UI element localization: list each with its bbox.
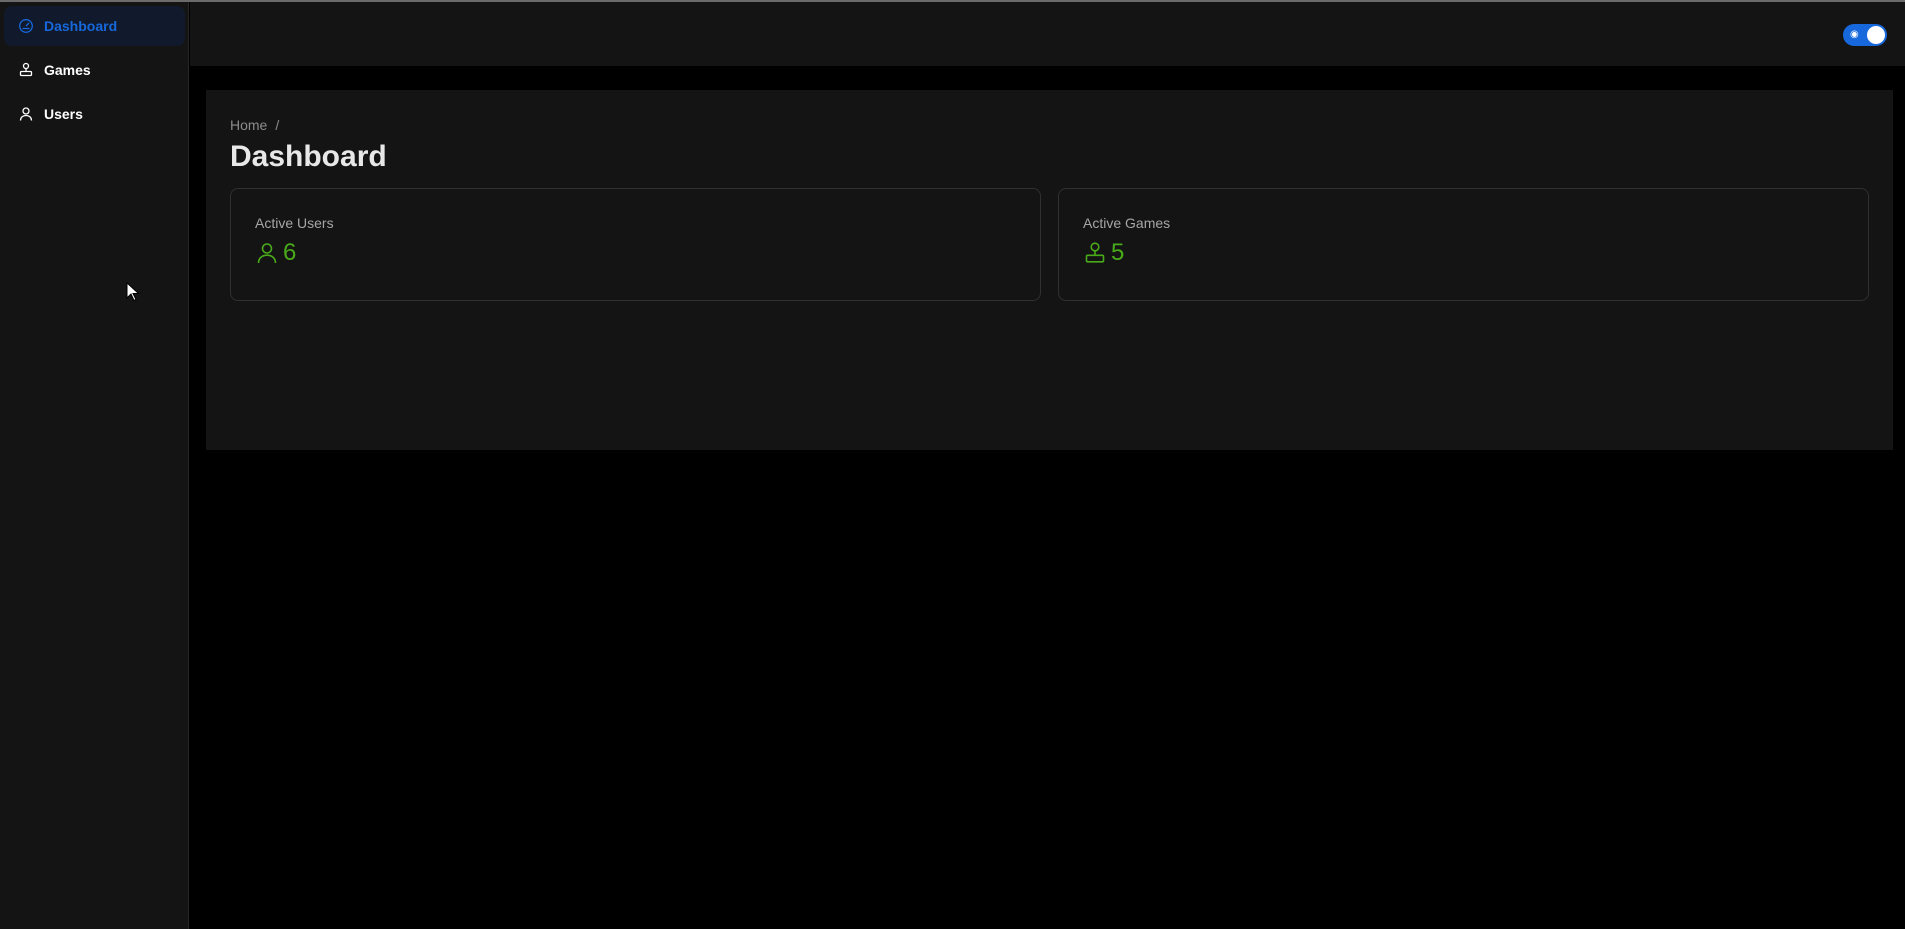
theme-toggle[interactable]: ◉: [1843, 24, 1887, 46]
stat-value: 5: [1111, 239, 1125, 266]
stat-value-row: 6: [255, 239, 1016, 267]
breadcrumb: Home /: [230, 114, 1869, 136]
mouse-cursor-icon: [126, 281, 140, 307]
game-icon: [18, 62, 34, 78]
page-title: Dashboard: [230, 140, 387, 173]
sidebar-item-label: Games: [44, 62, 91, 78]
stat-card-active-games: Active Games 5: [1058, 188, 1869, 301]
top-header: ◉: [190, 2, 1905, 66]
stat-value-row: 5: [1083, 239, 1844, 267]
sidebar-item-games[interactable]: Games: [4, 50, 185, 90]
user-icon: [255, 241, 279, 265]
stat-label: Active Users: [255, 215, 334, 231]
breadcrumb-separator: /: [275, 117, 280, 133]
main-content: Home / Dashboard Active Users 6 Active Ga…: [206, 90, 1893, 450]
sidebar-item-label: Dashboard: [44, 18, 118, 34]
sun-icon: ◉: [1850, 29, 1859, 40]
toggle-knob: [1867, 26, 1885, 44]
stat-value: 6: [283, 239, 297, 266]
breadcrumb-home-link[interactable]: Home: [230, 117, 267, 133]
stats-row: Active Users 6 Active Games 5: [230, 188, 1869, 301]
sidebar-item-users[interactable]: Users: [4, 94, 185, 134]
stat-card-active-users: Active Users 6: [230, 188, 1041, 301]
sidebar-item-label: Users: [44, 106, 83, 122]
sidebar: Dashboard Games Users: [0, 2, 189, 929]
stat-label: Active Games: [1083, 215, 1171, 231]
user-icon: [18, 106, 34, 122]
dashboard-icon: [18, 18, 34, 34]
sidebar-item-dashboard[interactable]: Dashboard: [4, 6, 185, 46]
game-icon: [1083, 241, 1107, 265]
